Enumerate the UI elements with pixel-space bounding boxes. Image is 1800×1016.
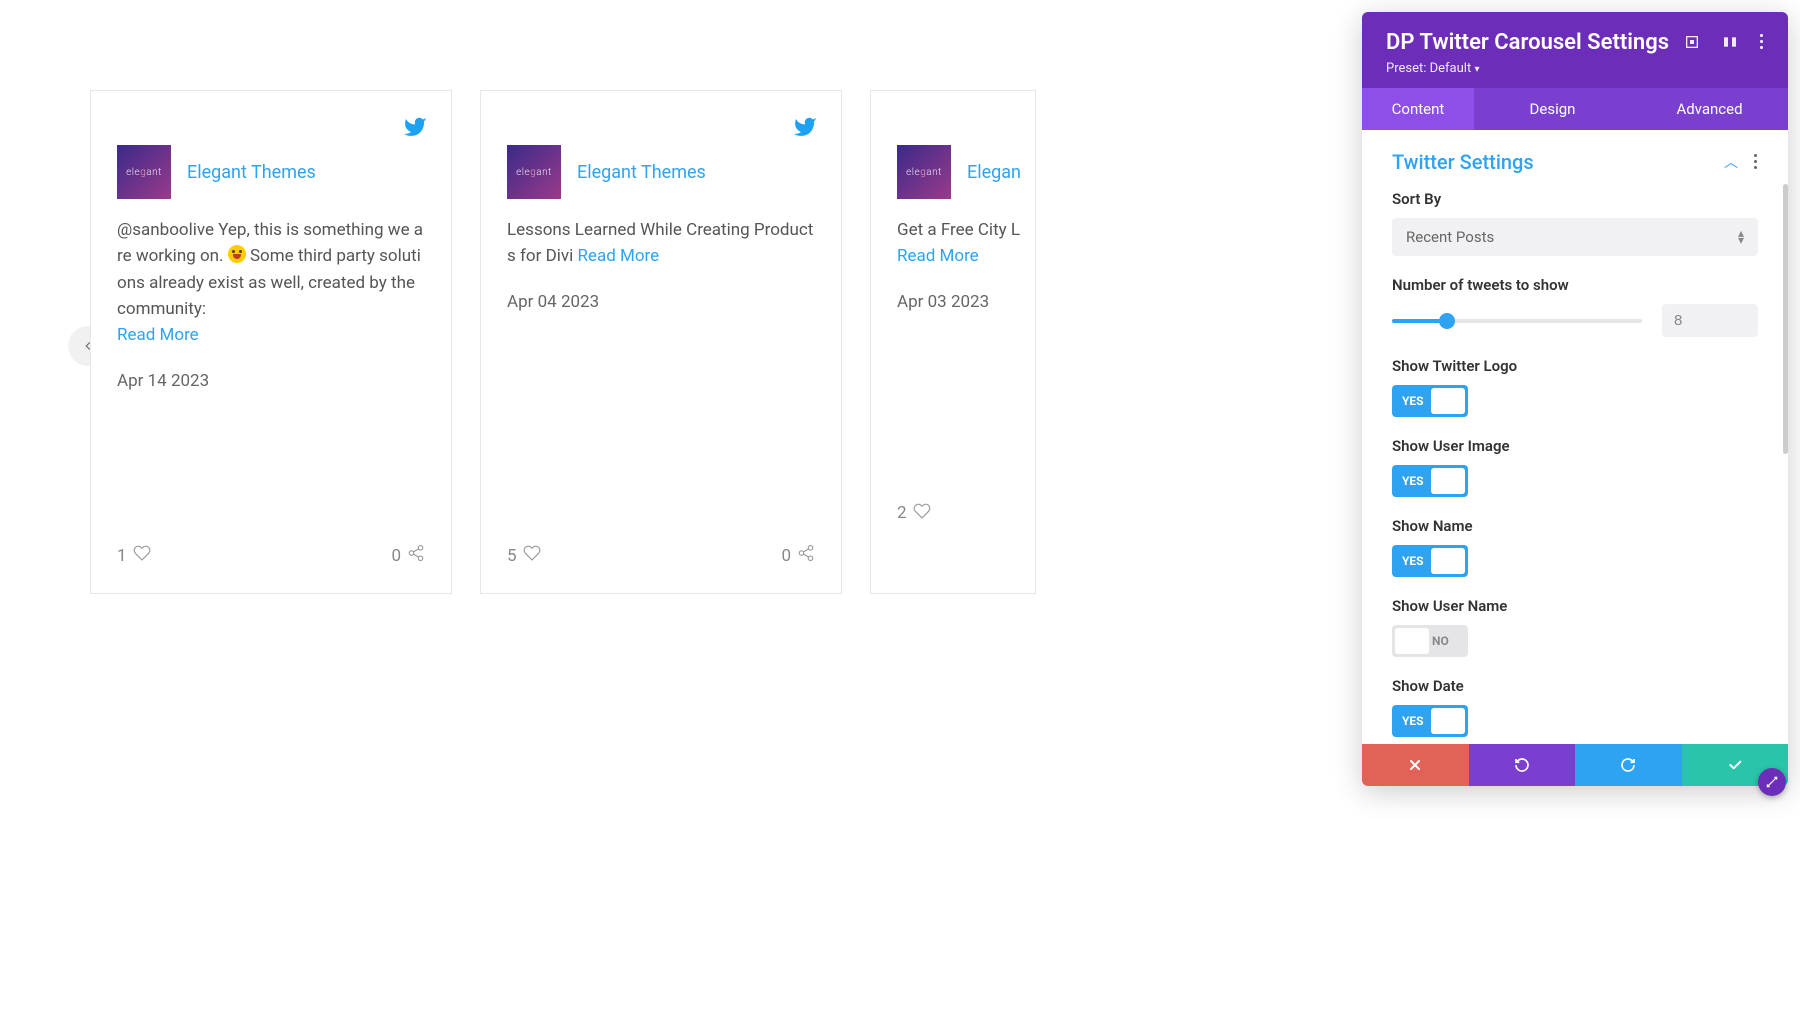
toggle-no-label: NO (1432, 634, 1449, 648)
chevron-up-icon[interactable]: ︿ (1724, 152, 1738, 172)
tweet-text: Lessons Learned While Creating Products … (507, 217, 815, 270)
sort-by-label: Sort By (1392, 190, 1758, 208)
tweet-date: Apr 04 2023 (507, 292, 815, 312)
preset-label: Preset: Default (1386, 61, 1471, 76)
read-more-link[interactable]: Read More (117, 325, 199, 345)
panel-tabs: Content Design Advanced (1362, 88, 1788, 130)
panel-title: DP Twitter Carousel Settings (1386, 30, 1684, 55)
tweet-text: @sanboolive Yep, this is something we ar… (117, 217, 425, 349)
show-user-image-toggle[interactable]: YES (1392, 465, 1468, 497)
author-row: elegant Elegant Themes (507, 145, 815, 199)
show-twitter-logo-toggle[interactable]: YES (1392, 385, 1468, 417)
emoji-icon (228, 245, 246, 263)
cancel-button[interactable] (1362, 744, 1469, 786)
likes-metric[interactable]: 5 (507, 544, 541, 567)
panel-header: DP Twitter Carousel Settings Preset: Def… (1362, 12, 1788, 88)
tweet-date: Apr 03 2023 (897, 292, 1036, 312)
show-user-name-label: Show User Name (1392, 597, 1758, 615)
likes-count: 5 (507, 546, 517, 566)
author-row: elegant Elegant Themes (117, 145, 425, 199)
author-link[interactable]: Elegan (967, 162, 1021, 183)
header-icons (1684, 34, 1764, 50)
section-header: Twitter Settings ︿ (1362, 130, 1788, 184)
share-icon (407, 544, 425, 567)
shares-metric[interactable]: 0 (781, 544, 815, 567)
num-tweets-label: Number of tweets to show (1392, 276, 1758, 294)
likes-metric[interactable]: 1 (117, 544, 151, 567)
shares-metric[interactable]: 0 (391, 544, 425, 567)
read-more-link[interactable]: Read More (897, 246, 979, 266)
likes-count: 2 (897, 503, 907, 523)
toggle-yes-label: YES (1402, 554, 1424, 568)
panel-footer (1362, 744, 1788, 786)
section-title[interactable]: Twitter Settings (1392, 150, 1534, 174)
show-name-label: Show Name (1392, 517, 1758, 535)
avatar: elegant (117, 145, 171, 199)
show-twitter-logo-label: Show Twitter Logo (1392, 357, 1758, 375)
tweet-date: Apr 14 2023 (117, 371, 425, 391)
likes-count: 1 (117, 546, 127, 566)
author-link[interactable]: Elegant Themes (187, 162, 316, 183)
settings-panel: DP Twitter Carousel Settings Preset: Def… (1362, 12, 1788, 786)
sort-by-value: Recent Posts (1406, 228, 1494, 246)
author-row: elegant Elegan (897, 145, 1036, 199)
toggle-yes-label: YES (1402, 394, 1424, 408)
heart-icon (913, 502, 931, 525)
tab-design[interactable]: Design (1474, 88, 1631, 130)
heart-icon (133, 544, 151, 567)
more-options-icon[interactable] (1760, 34, 1764, 50)
num-tweets-input[interactable] (1662, 304, 1758, 337)
toggle-yes-label: YES (1402, 714, 1424, 728)
section-options-icon[interactable] (1754, 154, 1758, 170)
tweet-card: elegant Elegant Themes @sanboolive Yep, … (90, 90, 452, 594)
chevron-down-icon: ▾ (1474, 64, 1479, 75)
tab-content[interactable]: Content (1362, 88, 1474, 130)
share-icon (797, 544, 815, 567)
author-link[interactable]: Elegant Themes (577, 162, 706, 183)
expand-icon[interactable] (1684, 34, 1700, 50)
card-footer: 2 (897, 502, 1036, 525)
sort-caret-icon (1738, 230, 1744, 244)
twitter-icon (403, 115, 427, 143)
likes-metric[interactable]: 2 (897, 502, 931, 525)
twitter-carousel: elegant Elegant Themes @sanboolive Yep, … (0, 0, 1280, 1016)
card-footer: 1 0 (117, 544, 425, 567)
shares-count: 0 (391, 546, 401, 566)
avatar: elegant (507, 145, 561, 199)
card-footer: 5 0 (507, 544, 815, 567)
show-name-toggle[interactable]: YES (1392, 545, 1468, 577)
heart-icon (523, 544, 541, 567)
redo-button[interactable] (1575, 744, 1682, 786)
show-user-image-label: Show User Image (1392, 437, 1758, 455)
tab-advanced[interactable]: Advanced (1631, 88, 1788, 130)
slider-thumb[interactable] (1439, 313, 1455, 329)
panel-body: Sort By Recent Posts Number of tweets to… (1362, 184, 1788, 744)
show-date-label: Show Date (1392, 677, 1758, 695)
corner-resize-button[interactable] (1758, 768, 1786, 796)
tweet-body: Get a Free City L (897, 220, 1020, 240)
tweet-text: Get a Free City L Read More (897, 217, 1036, 270)
carousel-cards: elegant Elegant Themes @sanboolive Yep, … (90, 90, 1190, 594)
tweet-body: Lessons Learned While Creating Products … (507, 220, 813, 266)
shares-count: 0 (781, 546, 791, 566)
avatar: elegant (897, 145, 951, 199)
sort-by-select[interactable]: Recent Posts (1392, 218, 1758, 256)
undo-button[interactable] (1469, 744, 1576, 786)
read-more-link[interactable]: Read More (577, 246, 659, 266)
preset-selector[interactable]: Preset: Default ▾ (1386, 61, 1684, 76)
tweet-card: elegant Elegant Themes Lessons Learned W… (480, 90, 842, 594)
num-tweets-slider[interactable] (1392, 319, 1642, 323)
toggle-yes-label: YES (1402, 474, 1424, 488)
show-date-toggle[interactable]: YES (1392, 705, 1468, 737)
columns-icon[interactable] (1722, 34, 1738, 50)
show-user-name-toggle[interactable]: NO (1392, 625, 1468, 657)
twitter-icon (793, 115, 817, 143)
tweet-card: elegant Elegan Get a Free City L Read Mo… (870, 90, 1036, 594)
